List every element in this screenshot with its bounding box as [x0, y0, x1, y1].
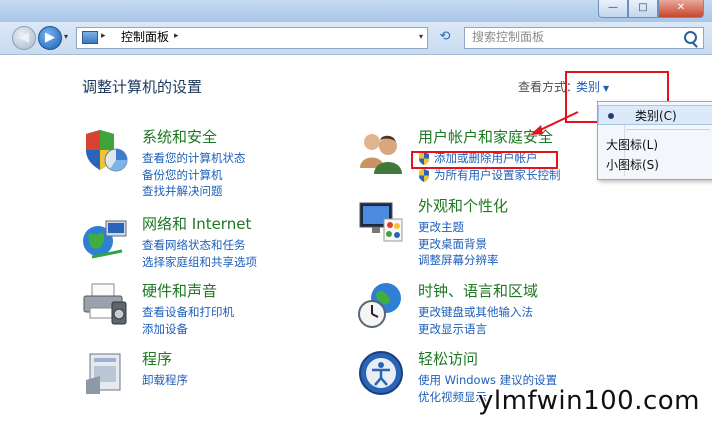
- users-icon: [360, 134, 402, 174]
- link-view-computer-status[interactable]: 查看您的计算机状态: [142, 150, 246, 167]
- link-change-input-method[interactable]: 更改键盘或其他输入法: [418, 304, 533, 321]
- link-uninstall-program[interactable]: 卸载程序: [142, 372, 188, 389]
- window-controls: — □ ✕: [598, 0, 704, 18]
- menu-item-category[interactable]: 类别(C): [598, 105, 712, 125]
- menu-item-label: 类别(C): [635, 109, 677, 123]
- control-panel-icon: [82, 31, 98, 44]
- category-title[interactable]: 网络和 Internet: [142, 215, 251, 233]
- forward-button[interactable]: ▶: [38, 26, 62, 50]
- breadcrumb-separator-icon[interactable]: ▸: [174, 31, 179, 41]
- link-change-desktop-bg[interactable]: 更改桌面背景: [418, 236, 499, 253]
- category-title[interactable]: 时钟、语言和区域: [418, 282, 538, 300]
- link-add-device[interactable]: 添加设备: [142, 321, 234, 338]
- view-by-menu: 类别(C) 大图标(L) 小图标(S): [597, 101, 712, 180]
- window-title: [88, 5, 498, 16]
- search-input[interactable]: 搜索控制面板: [464, 27, 704, 49]
- navigation-bar: ◀ ▶ ▾ ▸ 控制面板 ▸ ▾ ⟲ 搜索控制面板: [0, 22, 712, 55]
- menu-separator: [626, 129, 710, 130]
- link-devices-printers[interactable]: 查看设备和打印机: [142, 304, 234, 321]
- menu-item-large-icons[interactable]: 大图标(L): [598, 135, 712, 155]
- globe-network-icon: [83, 220, 127, 259]
- category-title[interactable]: 系统和安全: [142, 128, 217, 146]
- highlight-box-add-remove-accounts: [411, 151, 558, 169]
- address-dropdown-icon[interactable]: ▾: [419, 32, 423, 41]
- address-bar[interactable]: ▸ 控制面板 ▸ ▾: [76, 27, 428, 49]
- category-title[interactable]: 硬件和声音: [142, 282, 217, 300]
- recent-pages-dropdown-icon[interactable]: ▾: [64, 32, 68, 41]
- radio-selected-icon: [608, 113, 614, 119]
- printer-icon: [83, 283, 127, 325]
- breadcrumb-control-panel[interactable]: 控制面板: [121, 30, 169, 45]
- link-find-fix-problems[interactable]: 查找并解决问题: [142, 183, 246, 200]
- link-backup-computer[interactable]: 备份您的计算机: [142, 167, 246, 184]
- category-title[interactable]: 程序: [142, 350, 172, 368]
- category-title[interactable]: 用户帐户和家庭安全: [418, 128, 553, 146]
- minimize-button[interactable]: —: [598, 0, 628, 18]
- link-view-network-status[interactable]: 查看网络状态和任务: [142, 237, 257, 254]
- close-button[interactable]: ✕: [658, 0, 704, 18]
- breadcrumb-separator-icon[interactable]: ▸: [101, 31, 106, 41]
- refresh-icon[interactable]: ⟲: [432, 27, 458, 47]
- uac-shield-icon: [419, 168, 429, 182]
- title-bar[interactable]: — □ ✕: [0, 0, 712, 22]
- link-adjust-resolution[interactable]: 调整屏幕分辨率: [418, 252, 499, 269]
- link-change-display-language[interactable]: 更改显示语言: [418, 321, 533, 338]
- monitor-palette-icon: [359, 202, 403, 242]
- link-homegroup-sharing[interactable]: 选择家庭组和共享选项: [142, 254, 257, 271]
- shield-chart-icon: [86, 130, 128, 172]
- back-button[interactable]: ◀: [12, 26, 36, 50]
- menu-item-small-icons[interactable]: 小图标(S): [598, 155, 712, 175]
- link-text: 为所有用户设置家长控制: [434, 167, 561, 182]
- ease-access-icon: [359, 351, 403, 395]
- menu-item-label: 大图标(L): [606, 138, 659, 152]
- category-title[interactable]: 外观和个性化: [418, 197, 508, 215]
- watermark: ylmfwin100.com: [477, 386, 700, 416]
- clock-globe-icon: [358, 283, 401, 328]
- page-title: 调整计算机的设置: [82, 78, 203, 96]
- control-panel-content: 调整计算机的设置 查看方式： 类别 ▼ 系统和安全 查看您的计算机状态 备份您的计…: [0, 55, 712, 424]
- programs-icon: [86, 353, 121, 394]
- link-change-theme[interactable]: 更改主题: [418, 219, 499, 236]
- category-title[interactable]: 轻松访问: [418, 350, 478, 368]
- menu-item-label: 小图标(S): [606, 158, 659, 172]
- search-icon[interactable]: [684, 31, 697, 44]
- maximize-button[interactable]: □: [628, 0, 658, 18]
- search-placeholder: 搜索控制面板: [472, 30, 545, 44]
